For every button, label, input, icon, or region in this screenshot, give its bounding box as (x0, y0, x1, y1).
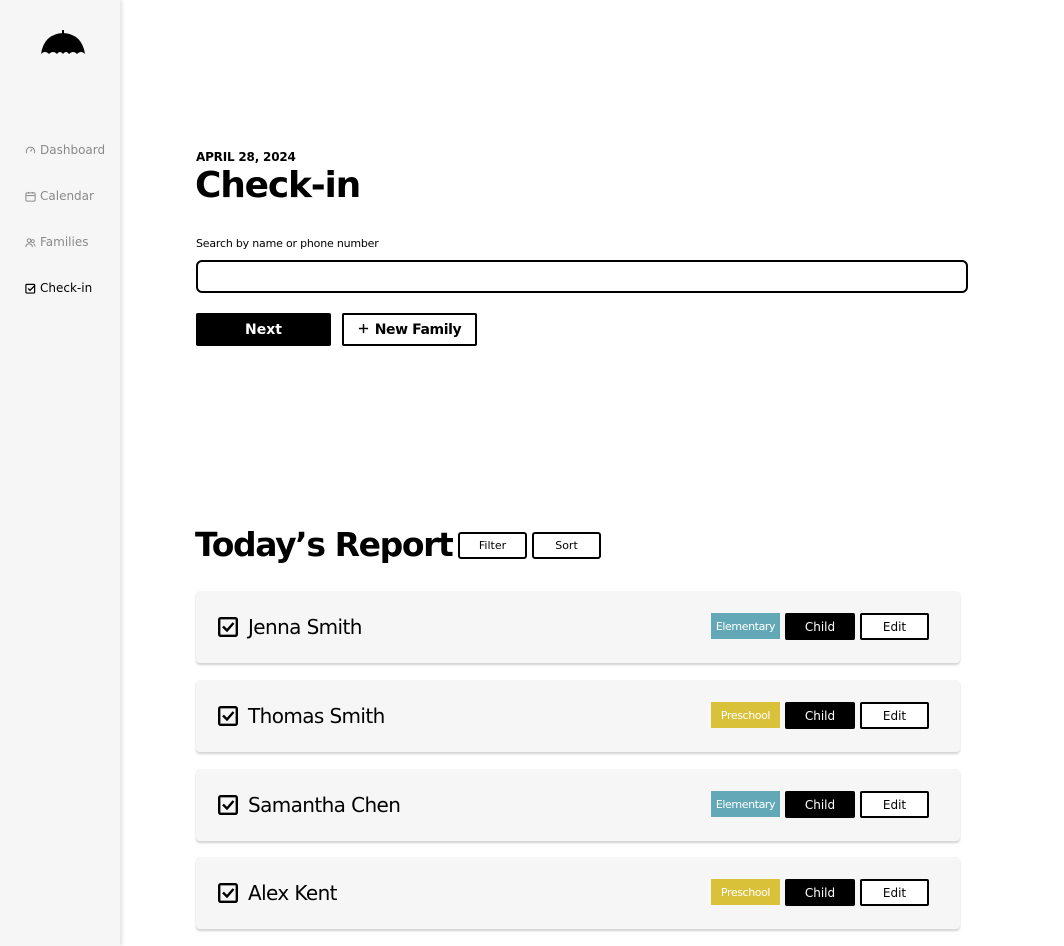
next-button[interactable]: Next (196, 313, 331, 346)
search-label: Search by name or phone number (196, 237, 379, 250)
checked-checkbox-icon[interactable] (218, 795, 239, 816)
plus-icon (358, 322, 369, 338)
sidebar-item-families[interactable]: Families (25, 233, 105, 251)
checked-checkbox-icon[interactable] (218, 883, 239, 904)
report-row: Thomas Smith Preschool Child Edit (196, 680, 960, 752)
edit-button[interactable]: Edit (860, 702, 929, 729)
edit-button[interactable]: Edit (860, 613, 929, 640)
report-title: Today’s Report (195, 525, 454, 564)
checked-checkbox-icon[interactable] (218, 617, 239, 638)
group-badge: Elementary (711, 613, 780, 639)
report-row: Samantha Chen Elementary Child Edit (196, 769, 960, 841)
page-title: Check-in (195, 165, 361, 206)
edit-button[interactable]: Edit (860, 879, 929, 906)
sidebar-item-check-in[interactable]: Check-in (25, 279, 105, 297)
umbrella-logo-icon[interactable] (40, 30, 86, 56)
sidebar-item-label: Families (40, 235, 89, 249)
users-icon (25, 237, 36, 248)
sidebar-nav: Dashboard Calendar Families Check-in (25, 141, 105, 325)
child-button[interactable]: Child (785, 791, 855, 818)
new-family-button[interactable]: New Family (342, 313, 477, 346)
current-date: APRIL 28, 2024 (196, 150, 296, 164)
checkbox-icon (25, 283, 36, 294)
attendee-name: Samantha Chen (248, 793, 401, 817)
attendee-name: Thomas Smith (248, 704, 385, 728)
sidebar-item-dashboard[interactable]: Dashboard (25, 141, 105, 159)
sidebar-item-label: Check-in (40, 281, 93, 295)
search-input[interactable] (196, 260, 968, 293)
sidebar-item-calendar[interactable]: Calendar (25, 187, 105, 205)
sidebar-item-label: Dashboard (40, 143, 106, 157)
sidebar: Dashboard Calendar Families Check-in (0, 0, 120, 946)
gauge-icon (25, 145, 36, 156)
edit-button[interactable]: Edit (860, 791, 929, 818)
calendar-icon (25, 191, 36, 202)
group-badge: Preschool (711, 702, 780, 728)
attendee-name: Alex Kent (248, 881, 338, 905)
group-badge: Preschool (711, 879, 780, 905)
child-button[interactable]: Child (785, 879, 855, 906)
sidebar-item-label: Calendar (40, 189, 94, 203)
child-button[interactable]: Child (785, 702, 855, 729)
sort-button[interactable]: Sort (532, 532, 601, 559)
new-family-label: New Family (374, 321, 462, 338)
group-badge: Elementary (711, 791, 780, 817)
checked-checkbox-icon[interactable] (218, 706, 239, 727)
filter-button[interactable]: Filter (458, 532, 527, 559)
attendee-name: Jenna Smith (248, 615, 362, 639)
report-row: Alex Kent Preschool Child Edit (196, 857, 960, 929)
report-row: Jenna Smith Elementary Child Edit (196, 591, 960, 663)
child-button[interactable]: Child (785, 613, 855, 640)
